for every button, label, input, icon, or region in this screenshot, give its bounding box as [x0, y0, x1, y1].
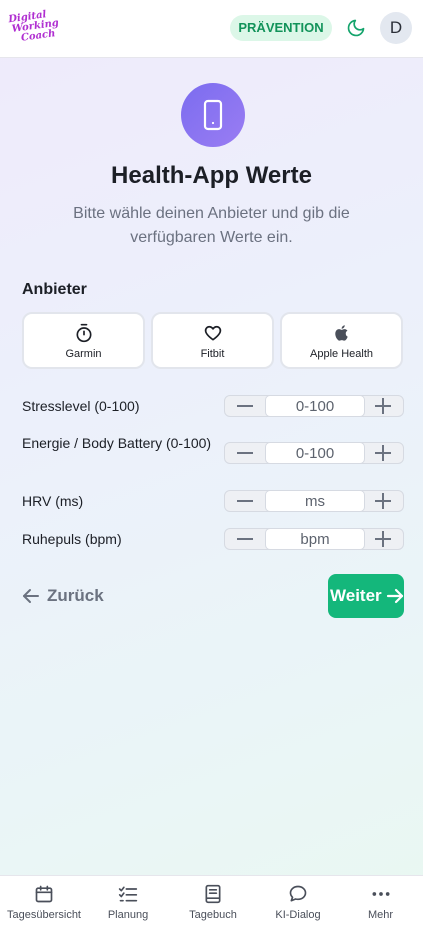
checklist-icon: [118, 886, 138, 902]
decrement-button[interactable]: [225, 491, 265, 511]
increment-button[interactable]: [363, 443, 403, 463]
hrv-label: HRV (ms): [22, 493, 84, 509]
energy-body-battery-label: Energie / Body Battery (0-100): [22, 435, 212, 451]
resting-pulse-input[interactable]: [265, 528, 365, 550]
next-label: Weiter: [330, 586, 382, 605]
stress-level-label: Stresslevel (0-100): [22, 398, 140, 414]
bottom-navigation: Tagesübersicht Planung Tagebuch KI-Dialo…: [0, 875, 423, 926]
smartphone-icon: [203, 99, 223, 131]
app-logo[interactable]: Digital Working Coach: [8, 9, 60, 49]
resting-pulse-stepper: [224, 528, 404, 550]
calendar-icon: [35, 885, 53, 903]
arrow-right-icon: [386, 588, 404, 604]
provider-label: Apple Health: [310, 348, 373, 360]
stress-level-stepper: [224, 395, 404, 417]
more-icon: [372, 892, 389, 896]
avatar[interactable]: D: [380, 12, 412, 44]
chat-icon: [289, 885, 307, 902]
back-label: Zurück: [47, 586, 104, 605]
provider-garmin-button[interactable]: Garmin: [22, 312, 145, 369]
moon-icon[interactable]: [346, 18, 366, 38]
decrement-button[interactable]: [225, 529, 265, 549]
stopwatch-icon: [76, 323, 91, 343]
energy-body-battery-input[interactable]: [265, 442, 365, 464]
provider-section-label: Anbieter: [22, 281, 87, 298]
nav-label: Planung: [107, 909, 149, 921]
next-button[interactable]: Weiter: [328, 574, 404, 618]
energy-body-battery-stepper: [224, 442, 404, 464]
decrement-button[interactable]: [225, 396, 265, 416]
decrement-button[interactable]: [225, 443, 265, 463]
nav-label: Tagesübersicht: [7, 909, 81, 921]
provider-label: Fitbit: [200, 348, 225, 360]
app-header: Digital Working Coach PRÄVENTION D: [0, 0, 423, 58]
resting-pulse-label: Ruhepuls (bpm): [22, 531, 122, 547]
nav-item-mehr[interactable]: Mehr: [338, 876, 423, 926]
nav-item-planung[interactable]: Planung: [88, 876, 168, 926]
hrv-input[interactable]: [265, 490, 365, 512]
stress-level-input[interactable]: [265, 395, 365, 417]
mode-badge: PRÄVENTION: [230, 15, 332, 41]
back-button[interactable]: Zurück: [22, 585, 104, 607]
hrv-stepper: [224, 490, 404, 512]
provider-fitbit-button[interactable]: Fitbit: [151, 312, 274, 369]
page-title: Health-App Werte: [111, 162, 312, 189]
smartphone-icon-badge: [181, 83, 245, 147]
book-icon: [205, 884, 221, 904]
nav-item-tagesuebersicht[interactable]: Tagesübersicht: [0, 876, 88, 926]
increment-button[interactable]: [363, 529, 403, 549]
heart-icon: [204, 325, 221, 341]
nav-label: Tagebuch: [189, 909, 237, 921]
nav-label: KI-Dialog: [275, 909, 321, 921]
nav-item-tagebuch[interactable]: Tagebuch: [168, 876, 258, 926]
increment-button[interactable]: [363, 396, 403, 416]
nav-item-ki-dialog[interactable]: KI-Dialog: [258, 876, 338, 926]
provider-apple-health-button[interactable]: Apple Health: [280, 312, 403, 369]
page-subtitle: Bitte wähle deinen Anbieter und gib die …: [73, 205, 350, 246]
apple-icon: [334, 325, 348, 341]
nav-label: Mehr: [367, 909, 394, 921]
increment-button[interactable]: [363, 491, 403, 511]
arrow-left-icon: [23, 589, 39, 603]
provider-label: Garmin: [65, 348, 102, 360]
